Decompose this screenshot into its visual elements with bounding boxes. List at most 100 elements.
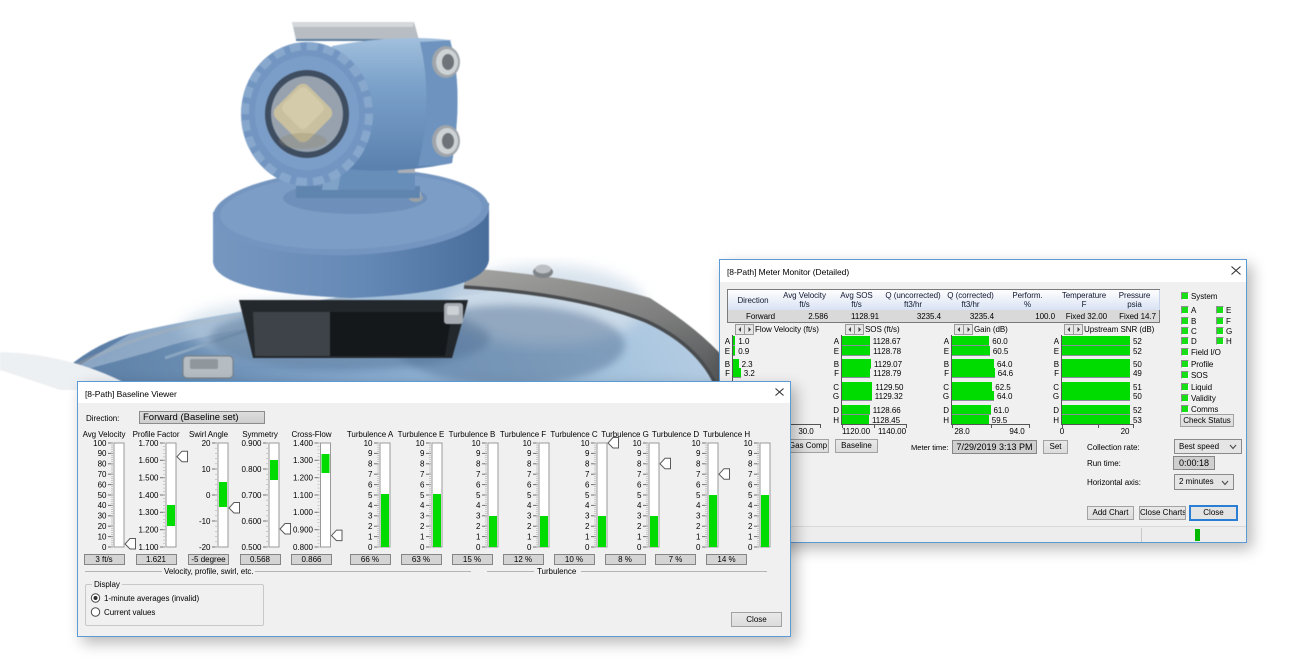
svg-text:-10: -10: [199, 517, 211, 526]
svg-text:70: 70: [98, 470, 107, 479]
svg-text:0.800: 0.800: [293, 543, 314, 552]
svg-text:10: 10: [744, 439, 753, 448]
svg-text:6: 6: [527, 480, 532, 489]
svg-text:7: 7: [696, 470, 701, 479]
svg-text:9: 9: [585, 449, 590, 458]
svg-text:6: 6: [368, 480, 373, 489]
svg-text:0.500: 0.500: [241, 543, 262, 552]
svg-text:2: 2: [476, 522, 481, 531]
svg-text:10: 10: [523, 439, 532, 448]
svg-text:2: 2: [585, 522, 590, 531]
svg-text:1.100: 1.100: [138, 543, 159, 552]
svg-text:9: 9: [696, 449, 701, 458]
svg-text:6: 6: [585, 480, 590, 489]
svg-text:1.400: 1.400: [293, 439, 314, 448]
svg-text:8: 8: [527, 460, 532, 469]
svg-text:0.600: 0.600: [241, 517, 262, 526]
svg-text:7: 7: [527, 470, 532, 479]
svg-text:7: 7: [420, 470, 425, 479]
svg-text:5: 5: [585, 491, 590, 500]
svg-text:2: 2: [420, 522, 425, 531]
svg-text:7: 7: [368, 470, 373, 479]
svg-text:10: 10: [98, 532, 107, 541]
svg-text:6: 6: [696, 480, 701, 489]
svg-text:1.300: 1.300: [293, 456, 314, 465]
svg-text:9: 9: [420, 449, 425, 458]
svg-text:2: 2: [368, 522, 373, 531]
svg-text:4: 4: [476, 501, 481, 510]
svg-text:1: 1: [420, 532, 425, 541]
svg-text:4: 4: [420, 501, 425, 510]
svg-text:1: 1: [696, 532, 701, 541]
svg-text:8: 8: [696, 460, 701, 469]
svg-text:10: 10: [472, 439, 481, 448]
svg-text:9: 9: [368, 449, 373, 458]
svg-text:3: 3: [585, 512, 590, 521]
svg-text:5: 5: [527, 491, 532, 500]
svg-text:4: 4: [368, 501, 373, 510]
svg-text:0: 0: [206, 491, 211, 500]
svg-text:100: 100: [93, 439, 107, 448]
svg-text:10: 10: [581, 439, 590, 448]
svg-text:1.000: 1.000: [293, 508, 314, 517]
svg-text:2: 2: [527, 522, 532, 531]
svg-text:3: 3: [748, 512, 753, 521]
svg-text:3: 3: [637, 512, 642, 521]
svg-text:6: 6: [748, 480, 753, 489]
svg-text:5: 5: [696, 491, 701, 500]
svg-text:10: 10: [416, 439, 425, 448]
svg-text:20: 20: [98, 522, 107, 531]
svg-text:0.800: 0.800: [241, 465, 262, 474]
svg-text:5: 5: [368, 491, 373, 500]
svg-text:30: 30: [98, 512, 107, 521]
svg-text:4: 4: [585, 501, 590, 510]
svg-text:8: 8: [476, 460, 481, 469]
svg-text:0: 0: [476, 543, 481, 552]
svg-text:1: 1: [585, 532, 590, 541]
svg-text:1.300: 1.300: [138, 508, 159, 517]
svg-text:50: 50: [98, 491, 107, 500]
svg-text:0: 0: [585, 543, 590, 552]
svg-text:1.600: 1.600: [138, 456, 159, 465]
svg-text:1: 1: [476, 532, 481, 541]
svg-text:6: 6: [420, 480, 425, 489]
svg-text:0: 0: [102, 543, 107, 552]
svg-text:9: 9: [527, 449, 532, 458]
svg-text:0.900: 0.900: [241, 439, 262, 448]
svg-text:5: 5: [420, 491, 425, 500]
svg-text:1: 1: [368, 532, 373, 541]
svg-text:2: 2: [637, 522, 642, 531]
svg-text:1: 1: [637, 532, 642, 541]
svg-text:8: 8: [637, 460, 642, 469]
svg-text:7: 7: [637, 470, 642, 479]
svg-text:7: 7: [476, 470, 481, 479]
svg-text:0: 0: [637, 543, 642, 552]
svg-text:3: 3: [368, 512, 373, 521]
svg-text:1.700: 1.700: [138, 439, 159, 448]
svg-text:0: 0: [527, 543, 532, 552]
svg-text:-20: -20: [199, 543, 211, 552]
svg-text:7: 7: [748, 470, 753, 479]
svg-text:0: 0: [748, 543, 753, 552]
svg-text:10: 10: [633, 439, 642, 448]
svg-text:5: 5: [476, 491, 481, 500]
svg-text:6: 6: [476, 480, 481, 489]
svg-text:10: 10: [202, 465, 211, 474]
svg-text:1.400: 1.400: [138, 491, 159, 500]
svg-text:6: 6: [637, 480, 642, 489]
svg-text:3: 3: [527, 512, 532, 521]
svg-text:2: 2: [696, 522, 701, 531]
svg-text:4: 4: [696, 501, 701, 510]
svg-text:7: 7: [585, 470, 590, 479]
svg-text:0: 0: [420, 543, 425, 552]
svg-text:2: 2: [748, 522, 753, 531]
svg-text:0: 0: [368, 543, 373, 552]
svg-text:80: 80: [98, 460, 107, 469]
svg-text:9: 9: [748, 449, 753, 458]
svg-text:1: 1: [748, 532, 753, 541]
svg-text:8: 8: [748, 460, 753, 469]
svg-text:9: 9: [476, 449, 481, 458]
svg-text:3: 3: [476, 512, 481, 521]
svg-text:10: 10: [692, 439, 701, 448]
svg-text:40: 40: [98, 501, 107, 510]
